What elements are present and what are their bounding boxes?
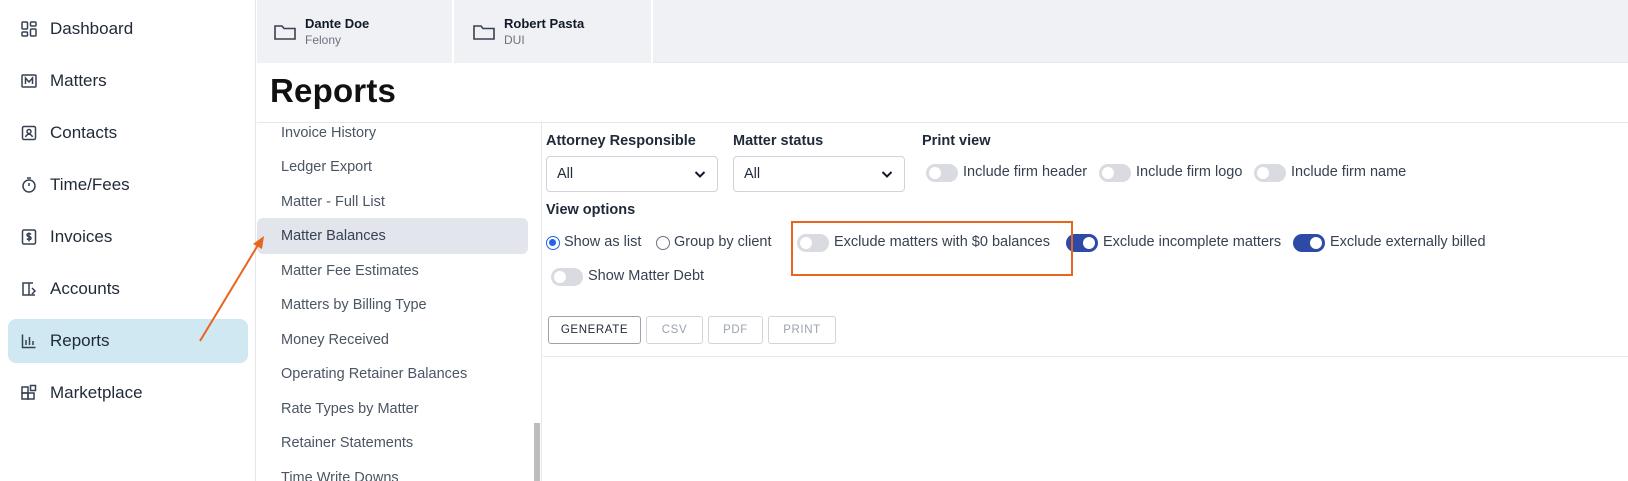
exclude-externally-billed-label: Exclude externally billed: [1330, 234, 1486, 250]
report-item-matter-fee-estimates[interactable]: Matter Fee Estimates: [257, 253, 528, 289]
contacts-icon: [20, 124, 38, 142]
toggle-knob: [929, 167, 941, 179]
accounts-book-icon: [20, 280, 38, 298]
report-list-scrollbar[interactable]: [534, 423, 540, 481]
report-list: Invoice History Ledger Export Matter - F…: [257, 123, 542, 481]
folder-icon: [273, 22, 297, 42]
report-item-matters-by-billing-type[interactable]: Matters by Billing Type: [257, 287, 528, 323]
csv-button[interactable]: CSV: [646, 316, 703, 344]
nav-label: Reports: [50, 331, 110, 350]
chevron-down-icon: [880, 167, 894, 181]
nav-item-dashboard[interactable]: Dashboard: [8, 7, 248, 51]
include-firm-header-toggle[interactable]: [926, 164, 958, 182]
matter-status-select[interactable]: All: [733, 156, 905, 192]
toggle-knob: [1083, 237, 1095, 249]
invoice-dollar-icon: [20, 228, 38, 246]
report-item-money-received[interactable]: Money Received: [257, 322, 528, 358]
matter-tab-type: Felony: [305, 32, 342, 47]
page-title: Reports: [270, 72, 397, 109]
report-item-retainer-statements[interactable]: Retainer Statements: [257, 425, 528, 461]
nav-label: Invoices: [50, 227, 113, 246]
nav-label: Contacts: [50, 123, 118, 142]
exclude-incomplete-matters-label: Exclude incomplete matters: [1103, 234, 1282, 250]
nav-item-accounts[interactable]: Accounts: [8, 267, 248, 311]
matter-tab-dante-doe[interactable]: Dante Doe Felony: [257, 0, 454, 63]
bar-chart-icon: [20, 332, 38, 350]
toggle-knob: [1310, 237, 1322, 249]
report-item-rate-types-by-matter[interactable]: Rate Types by Matter: [257, 391, 528, 427]
report-item-time-write-downs[interactable]: Time Write Downs: [257, 460, 528, 481]
folder-icon: [472, 22, 496, 42]
include-firm-header-label: Include firm header: [963, 164, 1088, 180]
group-by-client-radio[interactable]: [656, 236, 670, 250]
exclude-externally-billed-toggle[interactable]: [1293, 234, 1325, 252]
chevron-down-icon: [693, 167, 707, 181]
nav-item-invoices[interactable]: Invoices: [8, 215, 248, 259]
matter-tab-name: Dante Doe: [305, 15, 370, 31]
report-item-invoice-history[interactable]: Invoice History: [257, 123, 528, 151]
matter-tab-bar: Dante Doe Felony Robert Pasta DUI: [257, 0, 1628, 63]
annotation-highlight-box: [791, 221, 1073, 276]
attorney-responsible-value: All: [557, 166, 574, 182]
stopwatch-icon: [20, 176, 38, 194]
marketplace-icon: [20, 384, 38, 402]
nav-label: Matters: [50, 71, 107, 90]
matter-status-value: All: [744, 166, 761, 182]
nav-item-reports[interactable]: Reports: [8, 319, 248, 363]
include-firm-name-toggle[interactable]: [1254, 164, 1286, 182]
show-matter-debt-toggle[interactable]: [551, 268, 583, 286]
attorney-responsible-label: Attorney Responsible: [546, 133, 696, 149]
group-by-client-label: Group by client: [674, 234, 772, 250]
report-item-matter-full-list[interactable]: Matter - Full List: [257, 184, 528, 220]
report-item-matter-balances[interactable]: Matter Balances: [257, 218, 528, 254]
nav-label: Marketplace: [50, 383, 143, 402]
toggle-knob: [1102, 167, 1114, 179]
matter-tab-text: Dante Doe Felony: [305, 16, 369, 48]
matter-tab-robert-pasta[interactable]: Robert Pasta DUI: [456, 0, 653, 63]
print-view-label: Print view: [922, 133, 991, 149]
nav-item-time-fees[interactable]: Time/Fees: [8, 163, 248, 207]
nav-label: Time/Fees: [50, 175, 130, 194]
main-sidebar: Dashboard Matters Contacts Time/Fees Inv…: [0, 0, 256, 481]
matter-tab-name: Robert Pasta: [504, 15, 585, 31]
generate-button[interactable]: GENERATE: [548, 316, 641, 344]
toggle-knob: [554, 271, 566, 283]
report-item-operating-retainer-balances[interactable]: Operating Retainer Balances: [257, 356, 528, 392]
include-firm-logo-toggle[interactable]: [1099, 164, 1131, 182]
nav-item-marketplace[interactable]: Marketplace: [8, 371, 248, 415]
matter-tab-text: Robert Pasta DUI: [504, 16, 584, 48]
dashboard-icon: [20, 20, 38, 38]
nav-item-contacts[interactable]: Contacts: [8, 111, 248, 155]
matter-tab-type: DUI: [504, 32, 525, 47]
nav-item-matters[interactable]: Matters: [8, 59, 248, 103]
attorney-responsible-select[interactable]: All: [546, 156, 718, 192]
show-as-list-radio[interactable]: [546, 236, 560, 250]
nav-label: Dashboard: [50, 19, 134, 38]
toggle-knob: [1257, 167, 1269, 179]
matters-icon: [20, 72, 38, 90]
include-firm-name-label: Include firm name: [1291, 164, 1407, 180]
show-matter-debt-label: Show Matter Debt: [588, 268, 705, 284]
matter-status-label: Matter status: [733, 133, 824, 149]
include-firm-logo-label: Include firm logo: [1136, 164, 1243, 180]
nav-label: Accounts: [50, 279, 120, 298]
print-button[interactable]: PRINT: [768, 316, 836, 344]
show-as-list-label: Show as list: [564, 234, 642, 250]
view-options-label: View options: [546, 202, 636, 218]
report-item-ledger-export[interactable]: Ledger Export: [257, 149, 528, 185]
pdf-button[interactable]: PDF: [708, 316, 763, 344]
